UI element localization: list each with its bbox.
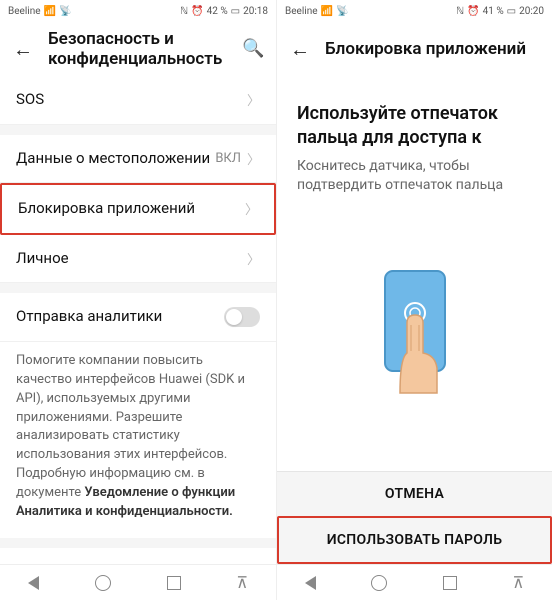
nav-back-icon[interactable] xyxy=(28,576,39,590)
header: ← Блокировка приложений xyxy=(277,22,552,76)
screen-app-lock-fingerprint: Beeline 📶 📡 ℕ ⏰ 41 % ▭ 20:20 ← Блокировк… xyxy=(276,0,552,600)
settings-list: SOS 〉 Данные о местоположении ВКЛ 〉 Блок… xyxy=(0,76,276,564)
desc-text: Помогите компании повысить качество инте… xyxy=(16,353,245,500)
wifi-icon: 📡 xyxy=(59,6,71,17)
header: ← Безопасность и конфиденциальность 🔍 xyxy=(0,22,276,76)
row-label: Блокировка приложений xyxy=(18,199,245,219)
page-title: Безопасность и конфиденциальность xyxy=(48,29,228,70)
row-sos[interactable]: SOS 〉 xyxy=(0,76,276,125)
alarm-icon: ⏰ xyxy=(467,6,479,17)
chevron-right-icon: 〉 xyxy=(247,249,260,268)
row-analytics[interactable]: Отправка аналитики xyxy=(0,293,276,342)
nav-back-icon[interactable] xyxy=(305,576,316,590)
analytics-description: Помогите компании повысить качество инте… xyxy=(0,342,276,538)
battery-label: 41 % xyxy=(483,6,504,17)
section-gap xyxy=(0,283,276,293)
nav-home-icon[interactable] xyxy=(95,575,111,591)
fingerprint-prompt: Используйте отпечаток пальца для доступа… xyxy=(277,76,552,471)
fingerprint-subtitle: Коснитесь датчика, чтобы подтвердить отп… xyxy=(297,157,532,196)
chevron-right-icon: 〉 xyxy=(247,90,260,109)
battery-icon: ▭ xyxy=(507,6,516,17)
nav-accessibility-icon[interactable]: ⊼ xyxy=(512,573,524,592)
use-password-button[interactable]: ИСПОЛЬЗОВАТЬ ПАРОЛЬ xyxy=(277,516,552,564)
row-label: Личное xyxy=(16,249,247,269)
time-label: 20:20 xyxy=(519,6,544,17)
row-label: SOS xyxy=(16,90,247,110)
nav-home-icon[interactable] xyxy=(371,575,387,591)
carrier-label: Beeline xyxy=(285,6,318,17)
row-label: Данные о местоположении xyxy=(16,149,215,169)
wifi-icon: 📡 xyxy=(336,6,348,17)
signal-icon: 📶 xyxy=(321,6,333,17)
row-additional-settings[interactable]: Дополнительные настройки Блокировка SIM-… xyxy=(0,548,276,564)
screen-security-settings: Beeline 📶 📡 ℕ ⏰ 42 % ▭ 20:18 ← Безопасно… xyxy=(0,0,276,600)
nav-bar: ⊼ xyxy=(277,564,552,600)
status-bar: Beeline 📶 📡 ℕ ⏰ 42 % ▭ 20:18 xyxy=(0,0,276,22)
nav-accessibility-icon[interactable]: ⊼ xyxy=(236,573,248,592)
cancel-button[interactable]: ОТМЕНА xyxy=(277,471,552,516)
nfc-icon: ℕ xyxy=(456,6,464,17)
back-icon[interactable]: ← xyxy=(12,38,34,60)
row-value: ВКЛ xyxy=(215,151,241,166)
section-gap xyxy=(0,125,276,135)
nav-bar: ⊼ xyxy=(0,564,276,600)
fingerprint-title: Используйте отпечаток пальца для доступа… xyxy=(297,102,532,151)
back-icon[interactable]: ← xyxy=(289,38,311,60)
battery-icon: ▭ xyxy=(231,6,240,17)
page-title: Блокировка приложений xyxy=(325,39,540,59)
chevron-right-icon: 〉 xyxy=(247,149,260,168)
nfc-icon: ℕ xyxy=(180,6,188,17)
row-personal[interactable]: Личное 〉 xyxy=(0,235,276,284)
fingerprint-illustration xyxy=(297,196,532,471)
nav-recent-icon[interactable] xyxy=(443,576,457,590)
analytics-toggle[interactable] xyxy=(224,307,260,327)
alarm-icon: ⏰ xyxy=(191,6,203,17)
footer-buttons: ОТМЕНА ИСПОЛЬЗОВАТЬ ПАРОЛЬ xyxy=(277,471,552,564)
nav-recent-icon[interactable] xyxy=(167,576,181,590)
fingerprint-hand-icon xyxy=(355,263,475,403)
status-bar: Beeline 📶 📡 ℕ ⏰ 41 % ▭ 20:20 xyxy=(277,0,552,22)
row-location[interactable]: Данные о местоположении ВКЛ 〉 xyxy=(0,135,276,184)
battery-label: 42 % xyxy=(207,6,228,17)
row-app-lock[interactable]: Блокировка приложений 〉 xyxy=(0,183,276,235)
signal-icon: 📶 xyxy=(44,6,56,17)
carrier-label: Beeline xyxy=(8,6,41,17)
section-gap xyxy=(0,538,276,548)
row-label: Отправка аналитики xyxy=(16,307,224,327)
search-icon[interactable]: 🔍 xyxy=(242,38,264,60)
chevron-right-icon: 〉 xyxy=(245,199,258,218)
time-label: 20:18 xyxy=(243,6,268,17)
